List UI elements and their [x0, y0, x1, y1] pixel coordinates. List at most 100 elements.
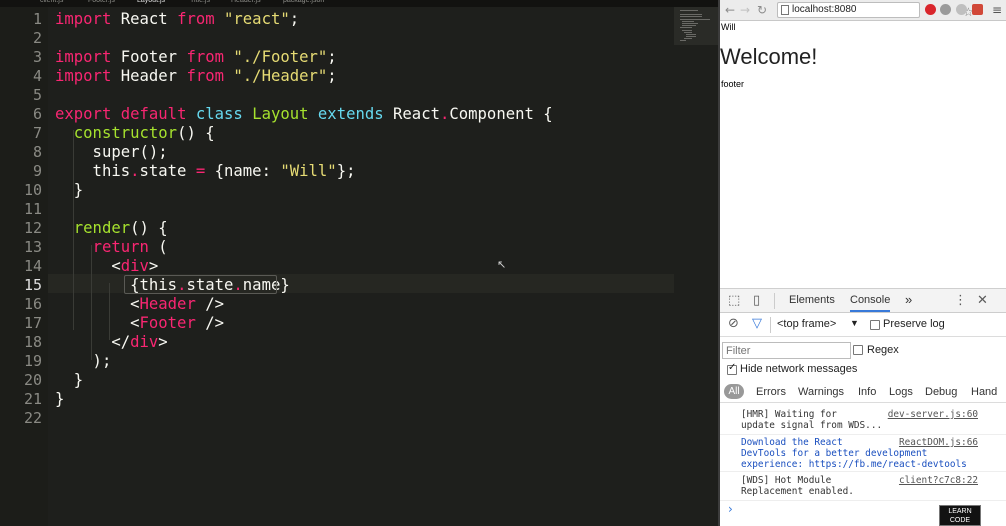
toolbar-divider — [770, 317, 771, 333]
tab-elements[interactable]: Elements — [789, 294, 835, 306]
code-token: import — [55, 10, 112, 28]
chrome-menu-icon[interactable]: ≡ — [992, 3, 1002, 17]
extension-red-icon[interactable] — [925, 4, 936, 15]
forward-icon[interactable]: → — [740, 3, 750, 17]
code-line[interactable]: <Header /> — [55, 295, 224, 314]
code-token: div — [120, 257, 149, 275]
code-line[interactable]: super(); — [55, 143, 168, 162]
code-line[interactable]: <Footer /> — [55, 314, 224, 333]
code-token: Footer — [139, 314, 196, 332]
code-line[interactable]: export default class Layout extends Reac… — [55, 105, 553, 124]
code-line[interactable]: render() { — [55, 219, 168, 238]
code-token: </ — [55, 333, 131, 351]
context-select[interactable]: <top frame> — [777, 318, 836, 330]
line-number: 12 — [23, 219, 42, 237]
level-all-button[interactable]: All — [724, 384, 744, 399]
code-line[interactable]: } — [55, 390, 64, 409]
console-message-source[interactable]: ReactDOM.js:66 — [899, 437, 978, 448]
device-mode-icon[interactable]: ▯ — [753, 293, 760, 308]
more-tabs-button[interactable]: » — [905, 292, 912, 307]
code-line[interactable]: } — [55, 371, 83, 390]
tab-console[interactable]: Console — [850, 294, 891, 312]
minimap-line — [682, 23, 698, 24]
minimap[interactable] — [674, 7, 718, 45]
line-number: 4 — [32, 67, 42, 85]
message-divider — [720, 434, 1006, 435]
code-line[interactable]: ); — [55, 352, 112, 371]
code-editor[interactable]: client.js Footer.js Layout.js Title.js Heade… — [0, 0, 718, 526]
code-token: ( — [148, 238, 168, 256]
code-token: default — [120, 105, 187, 123]
close-icon[interactable]: ✕ — [977, 293, 988, 308]
chevron-down-icon[interactable]: ▼ — [850, 318, 859, 328]
editor-tab[interactable]: client.js — [40, 0, 63, 4]
console-message: Download the React DevTools for a better… — [741, 437, 967, 470]
regex-checkbox[interactable] — [853, 345, 863, 355]
code-line[interactable]: import Header from "./Header"; — [55, 67, 337, 86]
code-line[interactable]: import React from "react"; — [55, 10, 299, 29]
level-debug-button[interactable]: Debug — [925, 386, 957, 398]
filter-input[interactable] — [722, 342, 851, 359]
hide-network-label: Hide network messages — [740, 363, 858, 375]
code-token: return — [92, 238, 149, 256]
code-token: from — [186, 67, 225, 85]
code-token: export — [55, 105, 112, 123]
clear-console-icon[interactable]: ⊘ — [728, 316, 739, 331]
indent-guide — [109, 283, 110, 340]
line-number: 15 — [23, 276, 42, 294]
code-token: . — [130, 162, 140, 180]
code-token: React — [111, 10, 178, 28]
code-line[interactable]: } — [55, 181, 83, 200]
editor-tab[interactable]: Footer.js — [88, 0, 115, 4]
code-line[interactable]: this.state = {name: "Will"}; — [55, 162, 356, 181]
console-message-source[interactable]: dev-server.js:60 — [888, 409, 978, 420]
editor-tab[interactable]: package.json — [283, 0, 324, 4]
minimap-line — [680, 10, 698, 11]
level-handler-button[interactable]: Hand — [971, 386, 997, 398]
level-logs-button[interactable]: Logs — [889, 386, 913, 398]
line-number: 6 — [32, 105, 42, 123]
devtools-menu-icon[interactable]: ⋮ — [954, 293, 967, 308]
state-name-text: Will — [721, 22, 736, 32]
extension-gray-icon[interactable] — [940, 4, 951, 15]
line-number: 10 — [23, 181, 42, 199]
reload-icon[interactable]: ↻ — [757, 3, 767, 17]
code-token: () { — [177, 124, 215, 142]
code-token: ; — [327, 48, 337, 66]
code-line[interactable]: <div> — [55, 257, 158, 276]
editor-tab[interactable]: Title.js — [190, 0, 210, 4]
code-token: > — [148, 257, 159, 275]
inspect-element-icon[interactable]: ⬚ — [728, 293, 740, 308]
line-number: 22 — [23, 409, 42, 427]
level-info-button[interactable]: Info — [858, 386, 876, 398]
extension-light-icon[interactable] — [956, 4, 967, 15]
code-line[interactable]: constructor() { — [55, 124, 215, 143]
editor-tab[interactable]: Layout.js — [137, 0, 165, 4]
code-line[interactable]: return ( — [55, 238, 168, 257]
logo-line: LEARN — [948, 508, 972, 515]
code-token: Header — [139, 295, 196, 313]
code-token: } — [55, 390, 65, 408]
code-token: . — [439, 105, 450, 123]
filter-icon[interactable]: ▽ — [752, 316, 762, 331]
console-message: [HMR] Waiting for update signal from WDS… — [741, 409, 883, 431]
editor-tab[interactable]: Header.js — [231, 0, 261, 4]
console-prompt[interactable]: › — [728, 502, 733, 516]
console-message: [WDS] Hot Module Replacement enabled. — [741, 475, 854, 497]
console-message-source[interactable]: client?c7c8:22 — [899, 475, 978, 486]
code-line[interactable]: </div> — [55, 333, 167, 352]
level-errors-button[interactable]: Errors — [756, 386, 786, 398]
code-token: ; — [289, 10, 300, 28]
back-icon[interactable]: ← — [725, 3, 735, 17]
line-number: 21 — [23, 390, 42, 408]
code-line[interactable]: import Footer from "./Footer"; — [55, 48, 337, 67]
preserve-log-checkbox[interactable] — [870, 320, 880, 330]
minimap-line — [684, 32, 692, 33]
url-input[interactable]: localhost:8080 ☆ — [777, 2, 974, 19]
level-warnings-button[interactable]: Warnings — [798, 386, 844, 398]
extension-react-icon[interactable] — [972, 4, 983, 15]
